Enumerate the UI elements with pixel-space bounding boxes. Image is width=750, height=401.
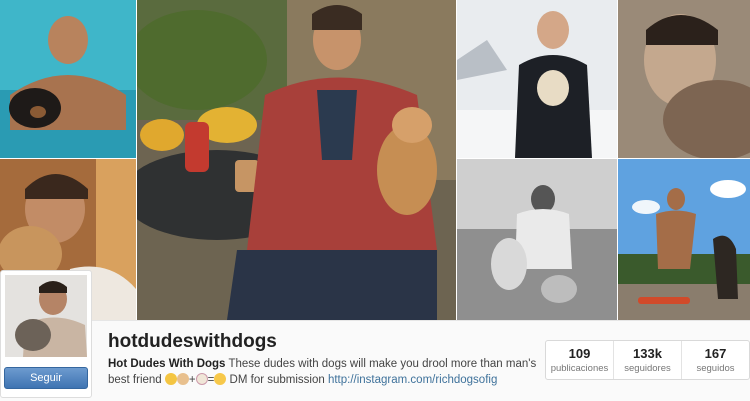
- photo-tile[interactable]: [457, 159, 617, 320]
- stat-following[interactable]: 167 seguidos: [682, 341, 749, 379]
- stat-label: seguidos: [696, 363, 735, 374]
- stat-label: publicaciones: [550, 363, 609, 374]
- photo-tile[interactable]: [0, 0, 136, 158]
- photo-tile[interactable]: [618, 0, 750, 158]
- profile-bio: Hot Dudes With Dogs These dudes with dog…: [108, 358, 537, 386]
- profile-stats: 109 publicaciones 133k seguidores 167 se…: [545, 340, 750, 380]
- photo-tile-featured[interactable]: [137, 0, 456, 320]
- emoji-icon: [195, 373, 208, 385]
- photo-tile[interactable]: [618, 159, 750, 320]
- stat-value: 133k: [633, 346, 662, 361]
- bio-submission: DM for submission: [229, 374, 325, 386]
- profile-username: hotdudeswithdogs: [108, 331, 277, 352]
- photo-tile[interactable]: [457, 0, 617, 158]
- stat-label: seguidores: [624, 363, 671, 374]
- profile-link[interactable]: http://instagram.com/richdogsofig: [328, 374, 497, 386]
- stat-followers[interactable]: 133k seguidores: [614, 341, 682, 379]
- emoji-icon: [176, 373, 189, 385]
- stat-value: 167: [704, 346, 727, 361]
- avatar[interactable]: [5, 275, 87, 357]
- photo-grid: [0, 0, 750, 320]
- profile-display-name: Hot Dudes With Dogs: [108, 358, 226, 370]
- stat-value: 109: [568, 346, 591, 361]
- emoji-icon: [164, 373, 177, 385]
- emoji-icon: [214, 373, 227, 385]
- follow-button[interactable]: Seguir: [4, 367, 88, 389]
- stat-posts[interactable]: 109 publicaciones: [546, 341, 614, 379]
- profile-card: Seguir: [0, 270, 92, 398]
